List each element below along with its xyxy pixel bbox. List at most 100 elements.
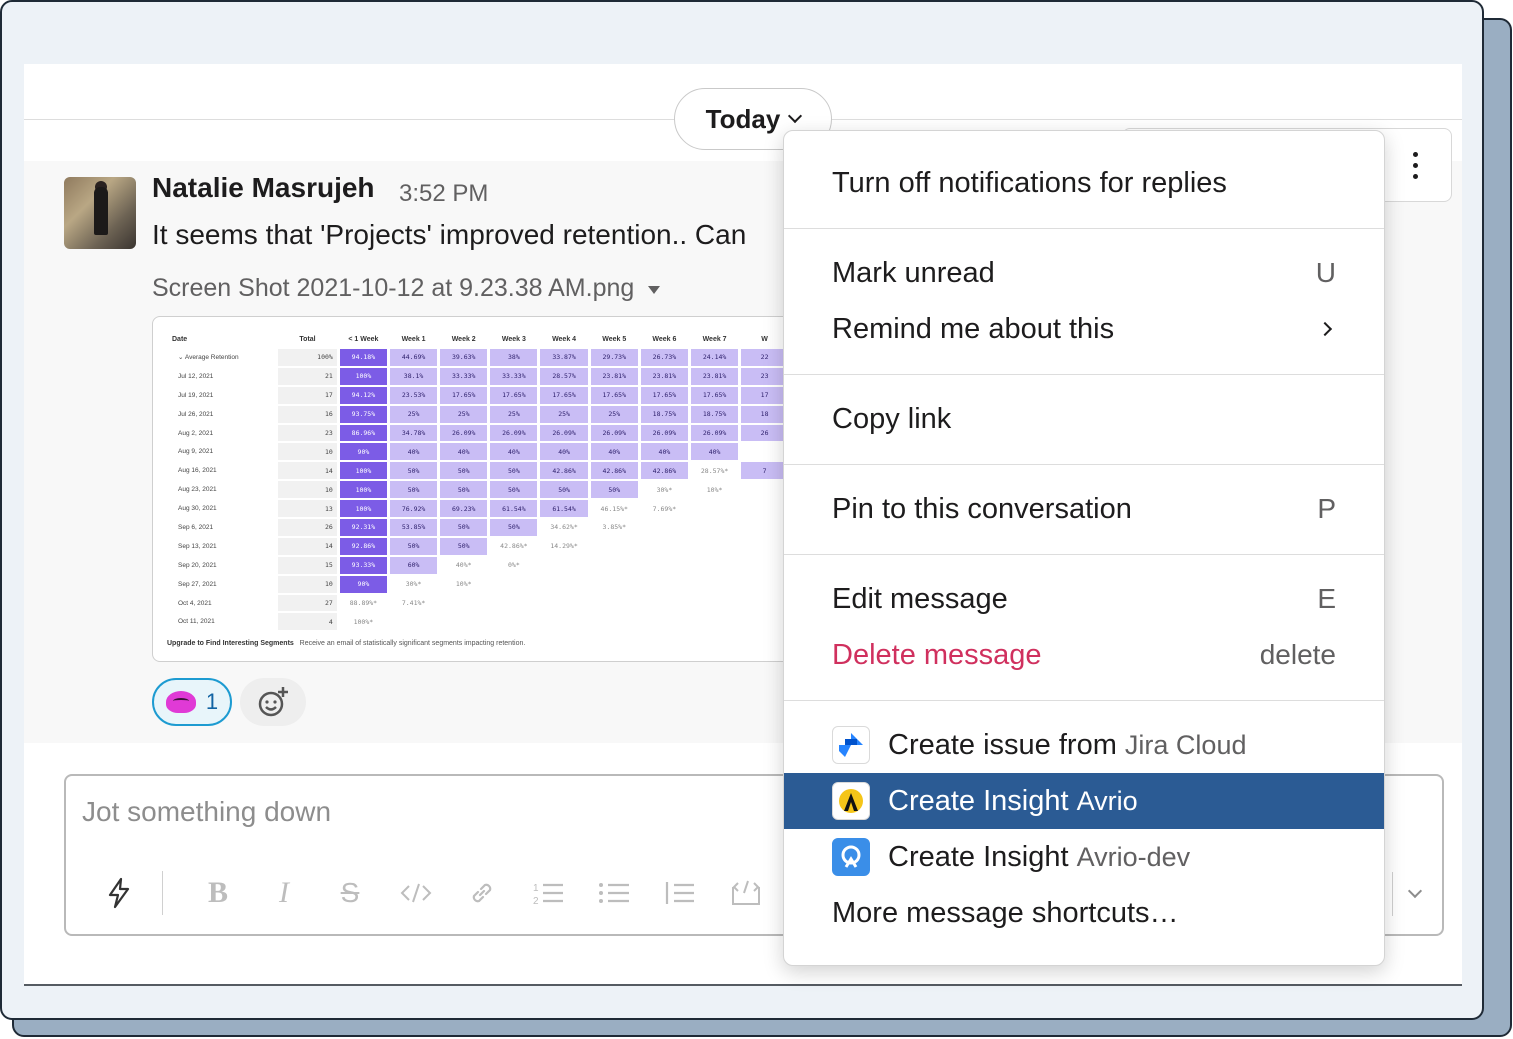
retention-date-cell: Aug 23, 2021 — [178, 486, 217, 494]
retention-cell: 14 — [278, 462, 337, 480]
retention-cell: 100% — [339, 367, 387, 385]
italic-button[interactable]: I — [251, 871, 317, 915]
retention-table-image: Date Total < 1 Week Week 1 Week 2 Week 3 Week … — [165, 329, 791, 632]
retention-cell — [591, 595, 638, 612]
bold-button[interactable]: B — [185, 871, 251, 915]
retention-cell: 14 — [278, 537, 337, 555]
strikethrough-icon: S — [340, 877, 360, 908]
retention-cell: 17 — [741, 386, 788, 404]
menu-item-label: Create issue from — [888, 728, 1117, 761]
retention-cell: 40% — [690, 443, 739, 461]
retention-cell — [540, 557, 587, 574]
retention-cell — [691, 538, 738, 555]
retention-cell — [691, 519, 738, 536]
file-attachment-header[interactable]: Screen Shot 2021-10-12 at 9.23.38 AM.png — [152, 274, 661, 303]
menu-item-avrio-create-insight[interactable]: Create Insight Avrio — [784, 773, 1384, 829]
retention-cell — [741, 595, 788, 612]
bulleted-list-button[interactable] — [581, 871, 647, 915]
caret-down-icon[interactable] — [648, 285, 661, 294]
retention-cell — [691, 576, 738, 593]
message-actions-menu: Turn off notifications for replies Mark … — [783, 130, 1385, 966]
menu-item-edit-message[interactable]: Edit message E — [784, 571, 1384, 627]
retention-cell: 76.92% — [390, 500, 438, 518]
retention-cell: 18.75% — [640, 405, 688, 423]
bulleted-list-icon — [599, 883, 629, 903]
reaction-pill[interactable]: 1 — [152, 678, 232, 726]
table-row: Sep 20, 2021 15 93.33% 60% 40%* 0%* — [168, 556, 788, 574]
retention-cell — [540, 595, 587, 612]
retention-header-cell: < 1 Week — [348, 335, 379, 343]
retention-cell: 10%* — [455, 580, 472, 589]
retention-cell: 17.65% — [490, 386, 538, 404]
link-button[interactable] — [449, 871, 515, 915]
menu-item-label: Mark unread — [832, 256, 995, 289]
retention-cell — [540, 576, 587, 593]
code-block-button[interactable] — [713, 871, 779, 915]
retention-cell: 100% — [339, 481, 387, 499]
retention-header-cell: Week 1 — [401, 335, 426, 343]
menu-item-avrio-dev-create-insight[interactable]: Create Insight Avrio-dev — [784, 829, 1384, 885]
retention-cell — [641, 595, 688, 612]
retention-cell: 10 — [278, 443, 337, 461]
image-attachment[interactable]: Date Total < 1 Week Week 1 Week 2 Week 3 Week … — [152, 316, 792, 662]
retention-cell — [641, 557, 688, 574]
retention-cell: 90% — [339, 443, 387, 461]
add-reaction-icon — [258, 687, 288, 717]
menu-item-label: Pin to this conversation — [832, 492, 1132, 525]
retention-header-cell: Week 4 — [552, 335, 577, 343]
menu-item-copy-link[interactable]: Copy link — [784, 391, 1384, 447]
app-name: Avrio — [1076, 785, 1138, 816]
retention-cell — [741, 481, 788, 498]
retention-cell: 24.14% — [690, 349, 739, 366]
message-timestamp[interactable]: 3:52 PM — [399, 180, 488, 208]
retention-cell: 10 — [278, 575, 337, 593]
retention-cell: 22 — [741, 349, 788, 366]
retention-cell: 50% — [490, 462, 538, 480]
retention-cell — [390, 613, 437, 630]
menu-separator — [784, 228, 1384, 229]
retention-date-cell: Aug 9, 2021 — [178, 448, 214, 456]
avatar[interactable] — [64, 177, 136, 249]
table-row: ⌄ Average Retention 100% 94.18% 44.69% 39.63… — [168, 349, 788, 366]
menu-item-delete-message[interactable]: Delete message delete — [784, 627, 1384, 683]
retention-cell: 50% — [390, 481, 438, 499]
menu-item-jira-create-issue[interactable]: Create issue from Jira Cloud — [784, 717, 1384, 773]
shortcuts-button[interactable] — [86, 871, 152, 915]
more-actions-button[interactable] — [1387, 137, 1443, 193]
retention-cell: 33.33% — [440, 367, 488, 385]
retention-cell: 94.18% — [339, 349, 387, 366]
composer-input[interactable] — [82, 796, 682, 828]
image-footer: Upgrade to Find Interesting Segments Rec… — [167, 640, 525, 647]
retention-cell: 27 — [278, 594, 337, 612]
retention-date-cell: Aug 2, 2021 — [178, 429, 214, 437]
app-window: Today Natalie Masrujeh 3:52 PM It seems … — [0, 0, 1484, 1020]
menu-item-pin[interactable]: Pin to this conversation P — [784, 481, 1384, 537]
blockquote-button[interactable] — [647, 871, 713, 915]
menu-item-turn-off-notifications[interactable]: Turn off notifications for replies — [784, 155, 1384, 211]
retention-cell: 69.23% — [440, 500, 488, 518]
menu-item-label: Create Insight — [888, 784, 1069, 817]
retention-cell: 50% — [440, 481, 488, 499]
table-row: Oct 4, 2021 27 88.89%* 7.41%* — [168, 594, 788, 612]
composer-options-chevron-icon[interactable] — [1407, 883, 1423, 899]
code-button[interactable] — [383, 871, 449, 915]
retention-cell: 18.75% — [690, 405, 739, 423]
retention-cell: 50% — [590, 481, 638, 499]
table-row: Sep 27, 2021 10 90% 30%* 10%* — [168, 575, 788, 593]
reaction-count: 1 — [205, 689, 219, 714]
retention-cell: 40% — [540, 443, 588, 461]
formatting-toolbar: B I S 12 — [86, 868, 779, 918]
menu-item-mark-unread[interactable]: Mark unread U — [784, 245, 1384, 301]
retention-cell: 7 — [741, 462, 788, 480]
strikethrough-button[interactable]: S — [317, 871, 383, 915]
ordered-list-button[interactable]: 12 — [515, 871, 581, 915]
retention-cell: 17.65% — [690, 386, 739, 404]
retention-date-cell: Sep 27, 2021 — [178, 580, 217, 588]
image-footer-title: Upgrade to Find Interesting Segments — [167, 640, 294, 647]
menu-item-remind-me[interactable]: Remind me about this — [784, 301, 1384, 357]
add-reaction-button[interactable] — [240, 678, 306, 726]
retention-cell — [440, 613, 487, 630]
retention-cell — [741, 613, 788, 630]
message-author[interactable]: Natalie Masrujeh — [152, 172, 375, 204]
menu-item-more-shortcuts[interactable]: More message shortcuts… — [784, 885, 1384, 941]
